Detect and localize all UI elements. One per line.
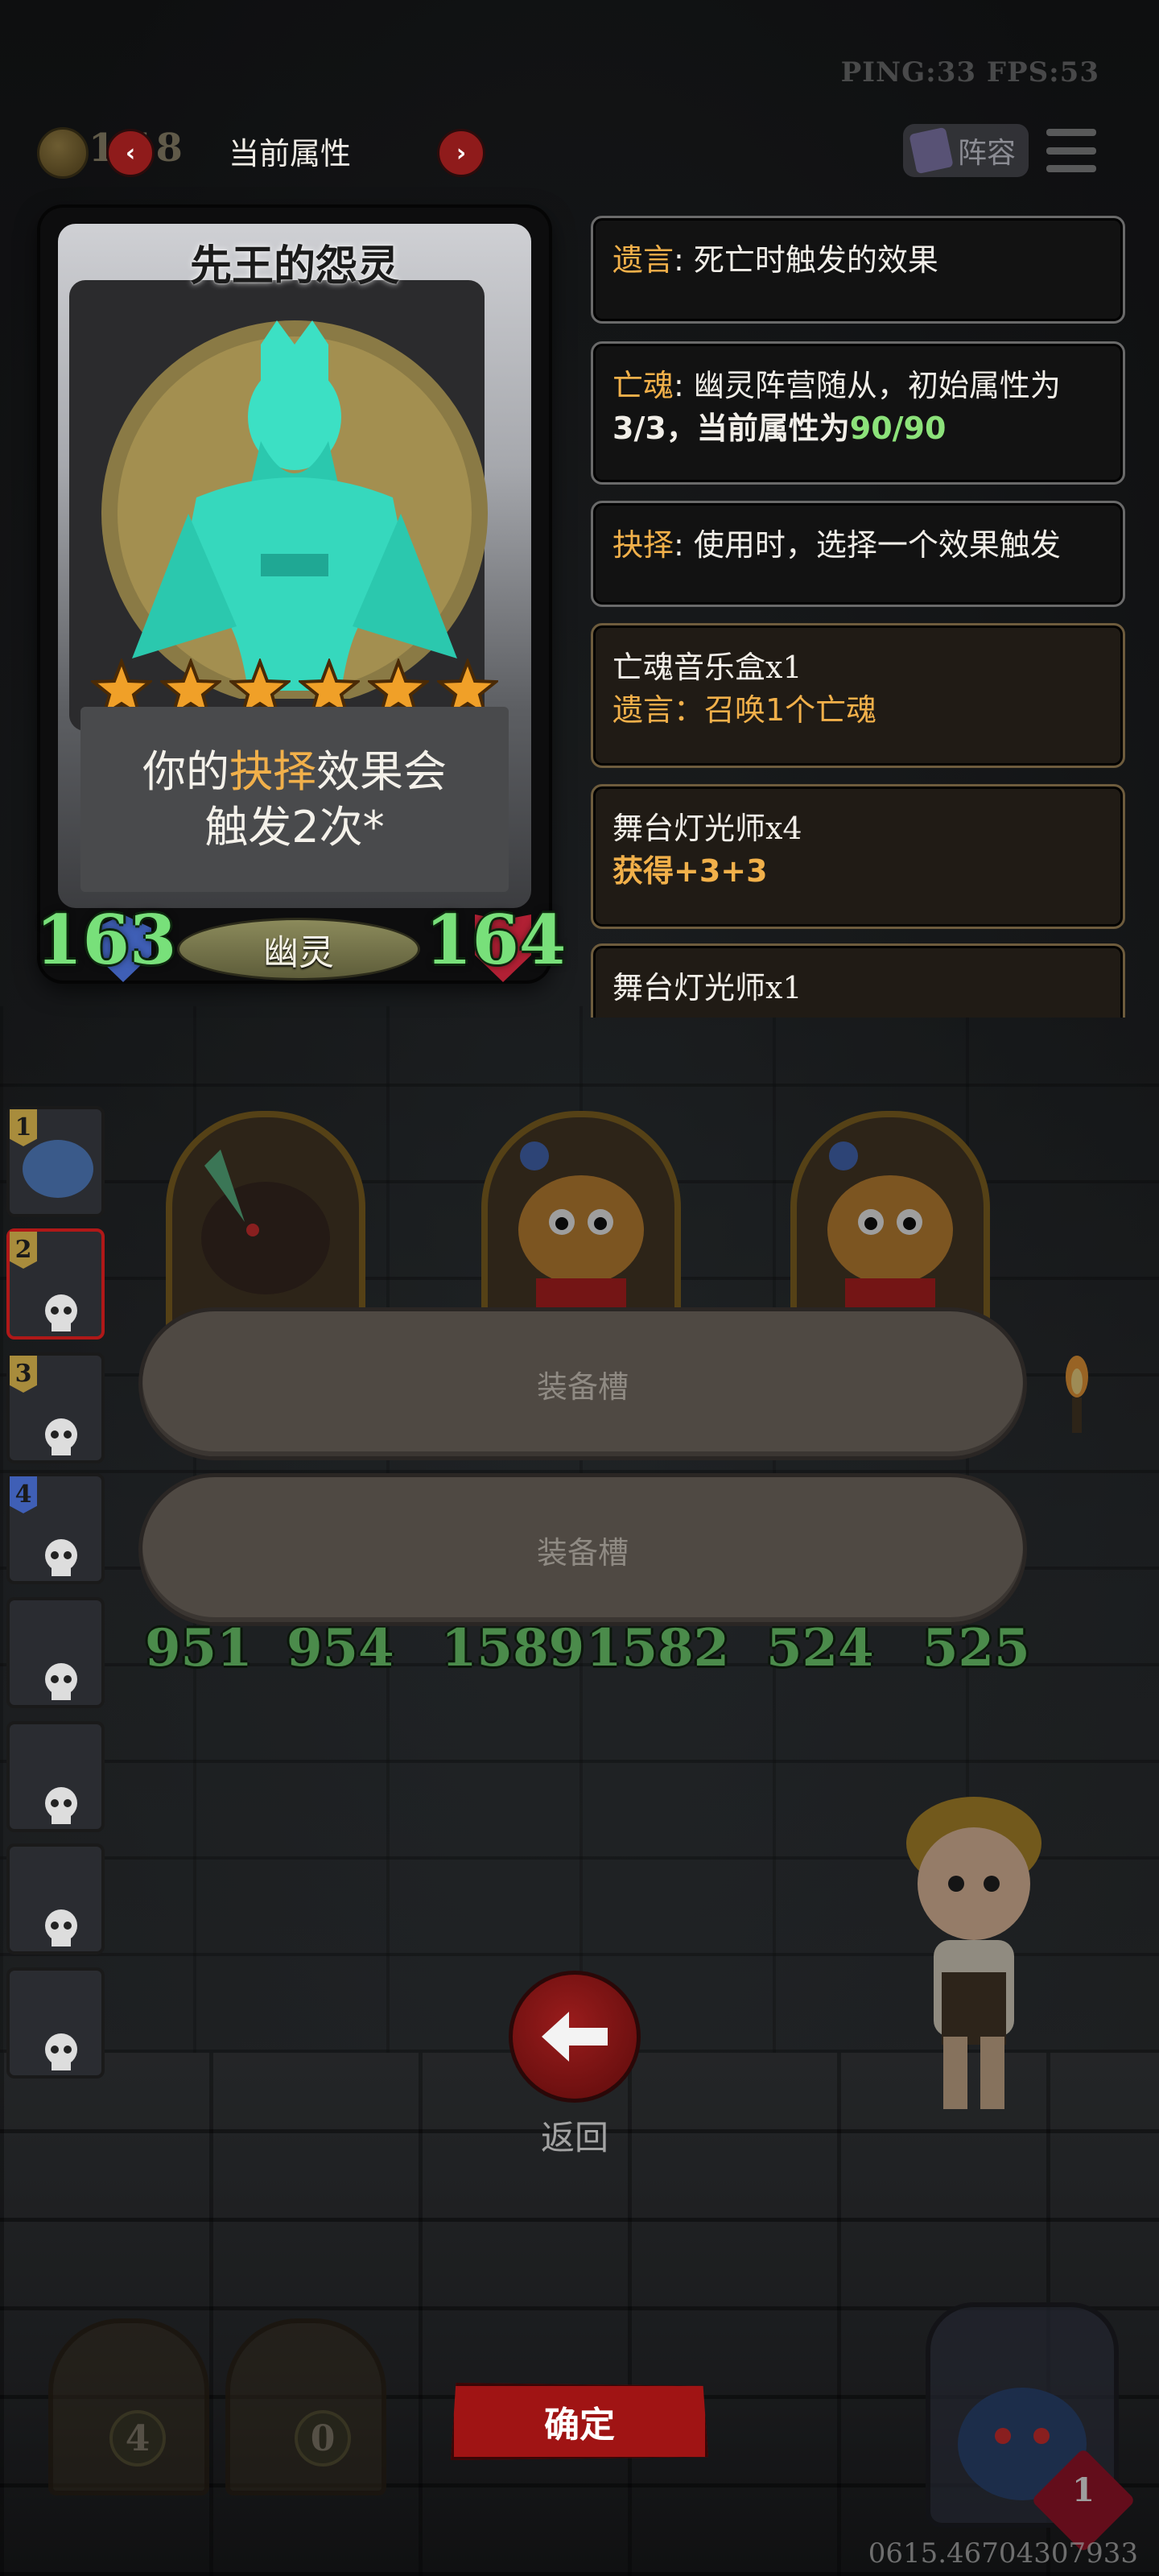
- keyword-choice: 抉择: [229, 745, 316, 797]
- tribe-badge: 幽灵: [177, 918, 420, 980]
- game-seed: 0615.46704307933: [868, 2537, 1138, 2570]
- team-slot-number: 4: [10, 1476, 37, 1513]
- skull-icon: [45, 1909, 77, 1946]
- effect-wraith: 亡魂: 幽灵阵营随从，初始属性为 3/3，当前属性为90/90: [591, 341, 1125, 485]
- skull-icon: [45, 1787, 77, 1824]
- skull-icon: [45, 1294, 77, 1331]
- minion-name: 先王的怨灵: [189, 242, 399, 291]
- team-slot-5[interactable]: [6, 1597, 105, 1708]
- team-slot-6[interactable]: [6, 1721, 105, 1832]
- team-slot-1[interactable]: 1: [6, 1106, 105, 1217]
- skull-icon: [45, 1663, 77, 1700]
- equipment-slot-2[interactable]: 装备槽: [138, 1473, 1027, 1626]
- card-stat-bar: 163 幽灵 164: [35, 900, 566, 982]
- attack-value: 163: [35, 900, 177, 980]
- item-stage-lighting-x4: 舞台灯光师x4 获得+3+3: [591, 784, 1125, 929]
- top-bar: 1 18 ‹ 当前属性 › 阵容: [0, 113, 1159, 190]
- minion-description: 你的抉择效果会 触发2次*: [80, 707, 509, 892]
- back-button[interactable]: [509, 1971, 641, 2103]
- team-slot-3[interactable]: 3: [6, 1352, 105, 1463]
- next-minion-button[interactable]: ›: [437, 129, 485, 177]
- skull-icon: [45, 1418, 77, 1455]
- lineup-button[interactable]: 阵容: [903, 124, 1029, 177]
- team-slot-number: 3: [10, 1356, 37, 1393]
- item-music-box: 亡魂音乐盒x1 遗言：召唤1个亡魂: [591, 623, 1125, 768]
- description-line-1: 你的抉择效果会: [142, 745, 447, 797]
- minion-card: 先王的怨灵 你的抉择效果会 触发2次* 163 幽灵 164: [35, 208, 566, 982]
- effect-choice: 抉择: 使用时，选择一个效果触发: [591, 501, 1125, 607]
- health-value: 164: [425, 900, 567, 980]
- item-stage-lighting-x1: 舞台灯光师x1: [591, 943, 1125, 1018]
- team-slot-number: 2: [10, 1232, 37, 1269]
- arrow-left-icon: [542, 2012, 608, 2062]
- skull-icon: [45, 1539, 77, 1576]
- team-slot-number: 1: [10, 1109, 37, 1146]
- prev-minion-button[interactable]: ‹: [106, 129, 155, 177]
- description-line-2: 触发2次*: [204, 802, 385, 852]
- equipment-slot-1[interactable]: 装备槽: [138, 1307, 1027, 1460]
- lineup-label: 阵容: [957, 137, 1016, 170]
- team-slot-7[interactable]: [6, 1843, 105, 1955]
- confirm-button[interactable]: 确定: [451, 2383, 708, 2460]
- menu-icon[interactable]: [1046, 129, 1096, 172]
- effect-deathrattle: 遗言: 死亡时触发的效果: [591, 216, 1125, 324]
- page-title: 当前属性: [229, 136, 352, 171]
- ghost-king-portrait-icon: [101, 320, 488, 699]
- team-slot-2[interactable]: 2: [6, 1228, 105, 1340]
- effects-panel[interactable]: 遗言: 死亡时触发的效果 亡魂: 幽灵阵营随从，初始属性为 3/3，当前属性为9…: [588, 216, 1128, 1018]
- cards-icon: [909, 126, 954, 175]
- skull-icon: [45, 2033, 77, 2070]
- back-label: 返回: [540, 2118, 608, 2157]
- team-slot-4[interactable]: 4: [6, 1473, 105, 1584]
- team-slot-8[interactable]: [6, 1967, 105, 2079]
- ping-fps-readout: PING:33 FPS:53: [840, 56, 1099, 89]
- gold-coin-icon: [37, 127, 89, 179]
